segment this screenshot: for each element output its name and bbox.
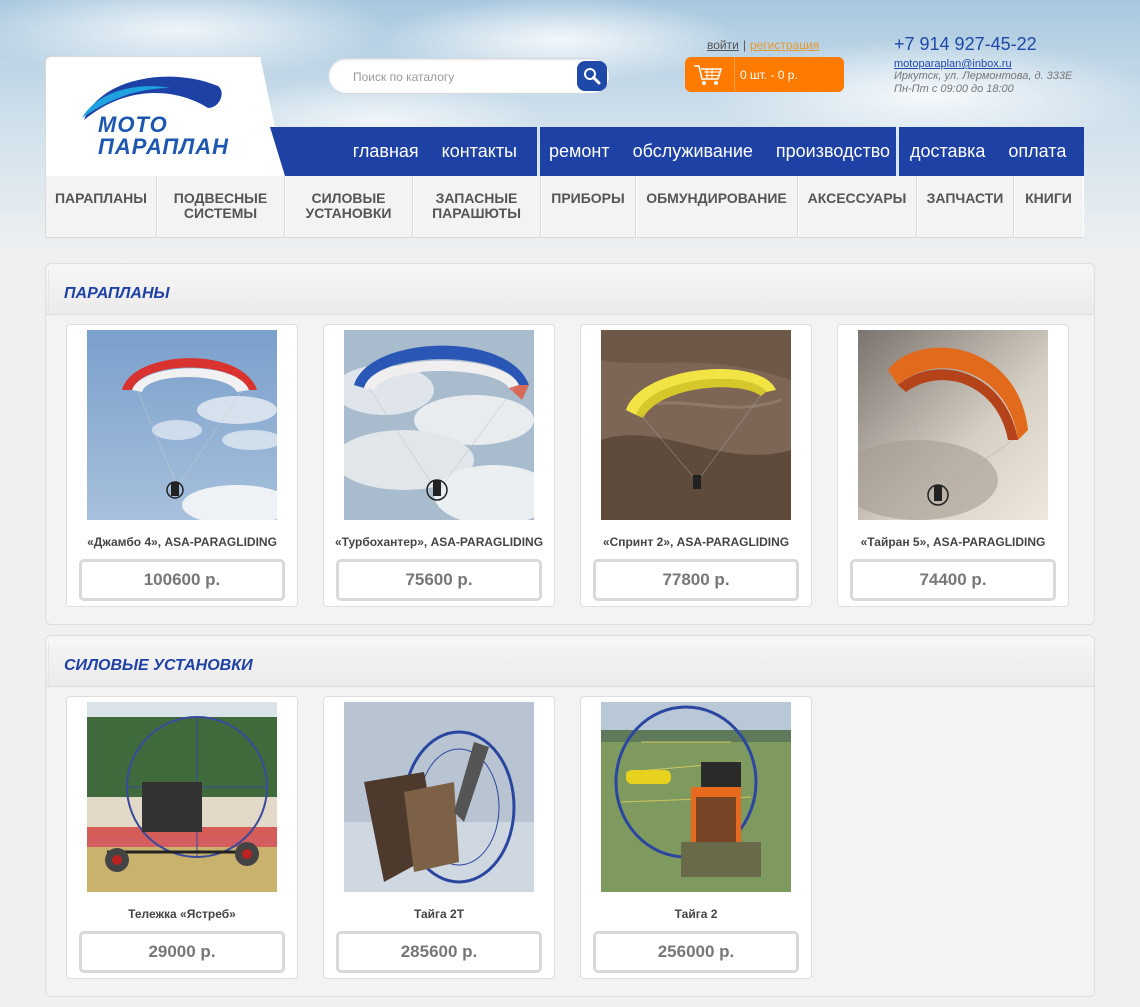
search-input[interactable]	[351, 67, 575, 87]
auth-separator: |	[742, 38, 746, 52]
search-icon	[584, 68, 601, 85]
category-harnesses[interactable]: ПОДВЕСНЫЕ СИСТЕМЫ	[157, 176, 285, 237]
auth-links: войти | регистрация	[707, 38, 819, 52]
product-name[interactable]: «Тайран 5», ASA-PARAGLIDING	[838, 535, 1068, 549]
product-card[interactable]: «Турбохантер», ASA-PARAGLIDING 75600 р.	[323, 324, 555, 607]
product-price: 29000 р.	[79, 931, 285, 973]
cart-summary: 0 шт. - 0 р.	[740, 68, 798, 82]
product-photo[interactable]	[344, 330, 534, 520]
section-title: ПАРАПЛАНЫ	[64, 285, 170, 302]
topnav-item-contacts[interactable]: контакты	[442, 141, 517, 162]
category-books[interactable]: КНИГИ	[1014, 176, 1083, 237]
product-price: 285600 р.	[336, 931, 542, 973]
logo-line2: ПАРАПЛАН	[98, 134, 230, 159]
product-price: 77800 р.	[593, 559, 799, 601]
product-price: 256000 р.	[593, 931, 799, 973]
category-gear[interactable]: ОБМУНДИРОВАНИЕ	[636, 176, 798, 237]
category-label: СИСТЕМЫ	[183, 205, 258, 221]
product-card[interactable]: Тайга 2 256000 р.	[580, 696, 812, 979]
product-price: 74400 р.	[850, 559, 1056, 601]
topnav-group-main: главная контакты	[270, 127, 537, 176]
section-paragliders: ПАРАПЛАНЫ «Джамбо 4», ASA-PARAGLIDING 10…	[45, 263, 1095, 625]
search-button[interactable]	[577, 61, 607, 91]
login-link[interactable]: войти	[707, 38, 739, 52]
category-power-units[interactable]: СИЛОВЫЕ УСТАНОВКИ	[285, 176, 413, 237]
section-header-tab	[48, 642, 59, 686]
category-reserve-parachutes[interactable]: ЗАПАСНЫЕ ПАРАШЮТЫ	[413, 176, 541, 237]
category-label: АКСЕССУАРЫ	[807, 190, 907, 206]
working-hours: Пн-Пт с 09:00 до 18:00	[894, 83, 1014, 95]
category-nav: ПАРАПЛАНЫ ПОДВЕСНЫЕ СИСТЕМЫ СИЛОВЫЕ УСТАНО…	[45, 176, 1084, 238]
product-photo[interactable]	[601, 330, 791, 520]
section-power-units: СИЛОВЫЕ УСТАНОВКИ Тележка «Ястреб» 29000…	[45, 635, 1095, 997]
section-header: СИЛОВЫЕ УСТАНОВКИ	[46, 636, 1094, 687]
search-box	[328, 58, 610, 94]
product-photo[interactable]	[601, 702, 791, 892]
topnav-group-services: ремонт обслуживание производство	[540, 127, 896, 176]
category-label: СИЛОВЫЕ	[311, 190, 386, 206]
topnav-item-repair[interactable]: ремонт	[549, 141, 610, 162]
email-link[interactable]: motoparaplan@inbox.ru	[894, 58, 1072, 70]
category-label: ПРИБОРЫ	[551, 190, 625, 206]
product-name[interactable]: «Джамбо 4», ASA-PARAGLIDING	[67, 535, 297, 549]
product-name[interactable]: Тайга 2Т	[324, 907, 554, 921]
topnav-item-production[interactable]: производство	[776, 141, 890, 162]
product-card[interactable]: «Тайран 5», ASA-PARAGLIDING 74400 р.	[837, 324, 1069, 607]
product-card[interactable]: Тележка «Ястреб» 29000 р.	[66, 696, 298, 979]
register-link[interactable]: регистрация	[750, 38, 819, 52]
product-price: 100600 р.	[79, 559, 285, 601]
section-header: ПАРАПЛАНЫ	[46, 264, 1094, 315]
category-label: УСТАНОВКИ	[305, 205, 392, 221]
product-photo[interactable]	[858, 330, 1048, 520]
category-label: ПОДВЕСНЫЕ	[173, 190, 268, 206]
category-label: КНИГИ	[1025, 190, 1072, 206]
topnav-item-payment[interactable]: оплата	[1008, 141, 1066, 162]
logo-text: МОТО ПАРАПЛАН	[98, 114, 229, 158]
product-photo[interactable]	[87, 702, 277, 892]
product-card[interactable]: «Спринт 2», ASA-PARAGLIDING 77800 р.	[580, 324, 812, 607]
section-header-tab	[48, 270, 59, 314]
section-title: СИЛОВЫЕ УСТАНОВКИ	[64, 657, 253, 674]
shopping-cart-icon	[694, 65, 723, 85]
product-photo[interactable]	[344, 702, 534, 892]
cart-button[interactable]: 0 шт. - 0 р.	[685, 57, 844, 92]
category-paragliders[interactable]: ПАРАПЛАНЫ	[46, 176, 157, 237]
topnav-group-shipping: доставка оплата	[899, 127, 1084, 176]
contact-info: +7 914 927-45-22 motoparaplan@inbox.ru И…	[894, 34, 1072, 96]
category-label: ЗАПАСНЫЕ	[435, 190, 518, 206]
cart-divider	[734, 57, 735, 92]
topnav-item-delivery[interactable]: доставка	[910, 141, 985, 162]
product-card[interactable]: Тайга 2Т 285600 р.	[323, 696, 555, 979]
address: Иркутск, ул. Лермонтова, д. 333Е	[894, 70, 1073, 82]
product-name[interactable]: Тележка «Ястреб»	[67, 907, 297, 921]
category-instruments[interactable]: ПРИБОРЫ	[541, 176, 636, 237]
topnav-item-home[interactable]: главная	[353, 141, 419, 162]
phone-number[interactable]: +7 914 927-45-22	[894, 34, 1072, 55]
category-label: ПАРАПЛАНЫ	[54, 190, 148, 206]
product-photo[interactable]	[87, 330, 277, 520]
product-name[interactable]: «Турбохантер», ASA-PARAGLIDING	[324, 535, 554, 549]
category-label: ПАРАШЮТЫ	[432, 205, 521, 221]
product-price: 75600 р.	[336, 559, 542, 601]
logo-line1: МОТО	[98, 112, 168, 137]
product-name[interactable]: «Спринт 2», ASA-PARAGLIDING	[581, 535, 811, 549]
product-name[interactable]: Тайга 2	[581, 907, 811, 921]
category-accessories[interactable]: АКСЕССУАРЫ	[798, 176, 917, 237]
category-label: ЗАПЧАСТИ	[926, 190, 1004, 206]
product-card[interactable]: «Джамбо 4», ASA-PARAGLIDING 100600 р.	[66, 324, 298, 607]
category-label: ОБМУНДИРОВАНИЕ	[646, 190, 787, 206]
topnav-item-maintenance[interactable]: обслуживание	[633, 141, 753, 162]
category-spare-parts[interactable]: ЗАПЧАСТИ	[917, 176, 1014, 237]
